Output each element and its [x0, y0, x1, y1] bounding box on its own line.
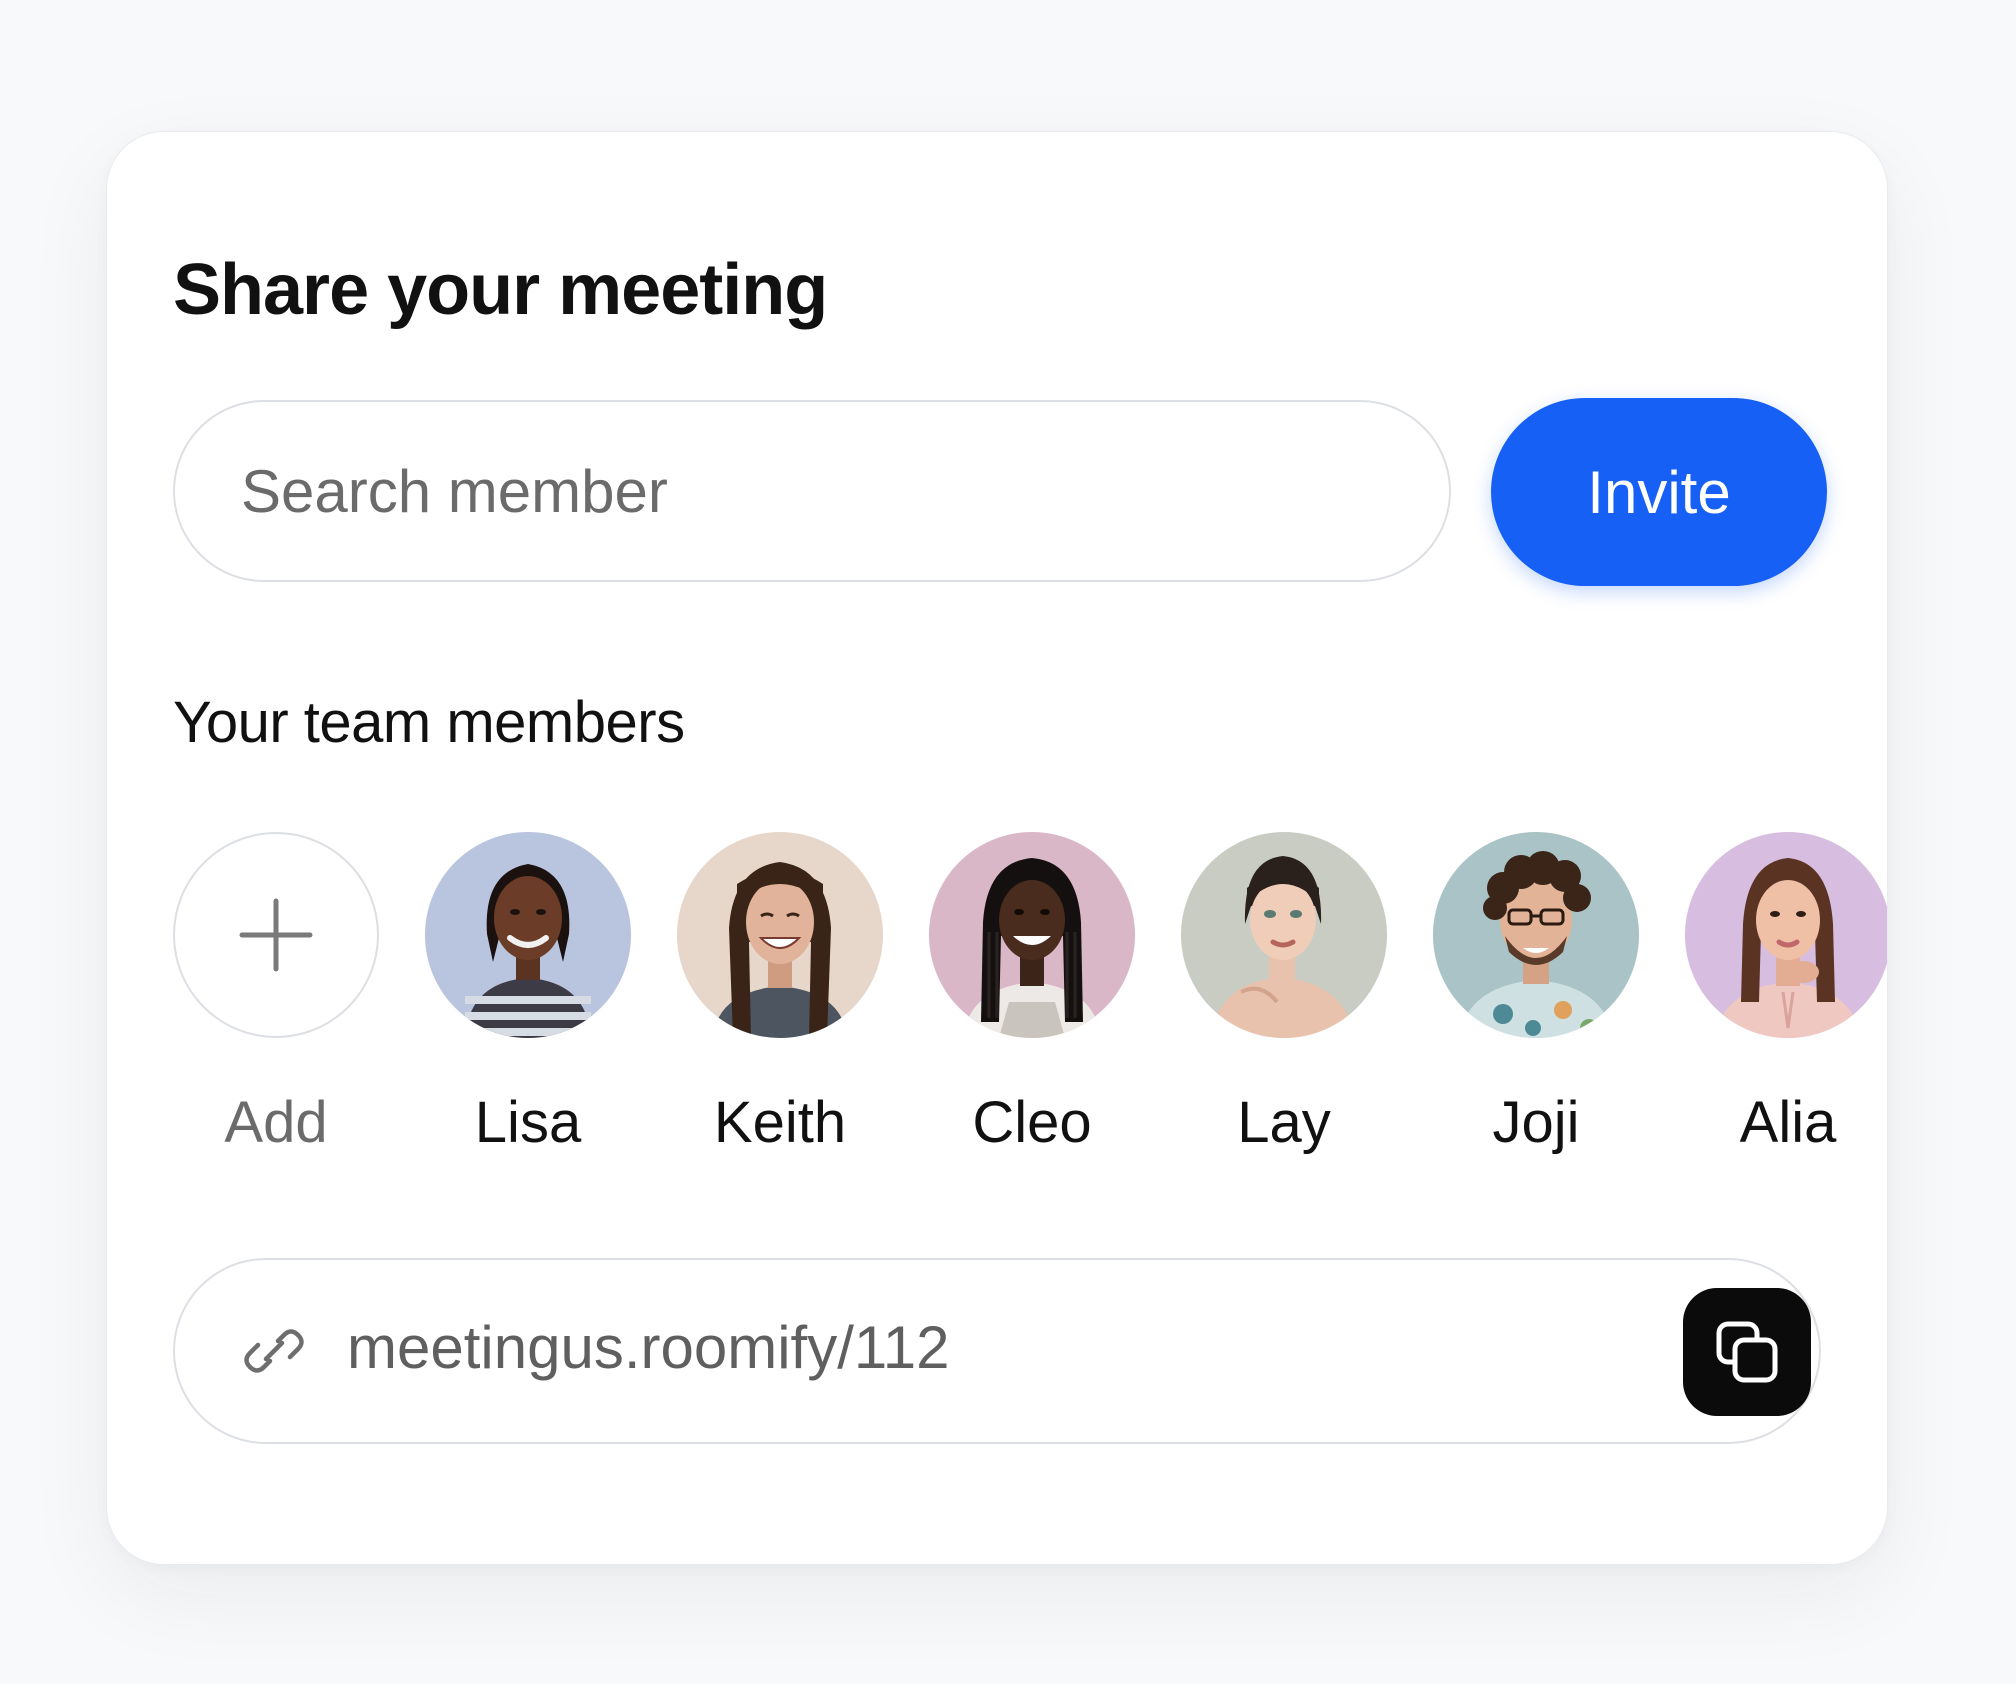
link-icon — [244, 1329, 304, 1373]
member-name: Joji — [1492, 1090, 1580, 1155]
add-label: Add — [224, 1090, 328, 1155]
avatar[interactable] — [1181, 832, 1387, 1038]
avatar[interactable] — [677, 832, 883, 1038]
avatar-photo — [1181, 832, 1387, 1038]
member-name: Alia — [1739, 1090, 1837, 1155]
search-field[interactable] — [173, 400, 1451, 582]
invite-button[interactable]: Invite — [1491, 398, 1827, 586]
plus-icon — [239, 898, 313, 972]
meeting-link-url[interactable]: meetingus.roomify/112 — [347, 1318, 950, 1378]
avatar[interactable] — [1433, 832, 1639, 1038]
member-cleo[interactable]: Cleo — [929, 832, 1135, 1152]
avatar-photo — [1433, 832, 1639, 1038]
avatar-photo — [425, 832, 631, 1038]
avatar-photo — [1685, 832, 1887, 1038]
card-title: Share your meeting — [173, 250, 828, 330]
member-name: Lay — [1237, 1090, 1331, 1155]
search-input[interactable] — [241, 402, 1391, 580]
team-members-list: Add Lisa Keith Cleo Lay Joji Alia — [173, 832, 1887, 1152]
avatar[interactable] — [929, 832, 1135, 1038]
member-lisa[interactable]: Lisa — [425, 832, 631, 1152]
share-meeting-card: Share your meeting Invite Your team memb… — [106, 131, 1888, 1565]
copy-link-button[interactable] — [1683, 1288, 1811, 1416]
member-joji[interactable]: Joji — [1433, 832, 1639, 1152]
avatar[interactable] — [425, 832, 631, 1038]
member-name: Lisa — [474, 1090, 582, 1155]
member-name: Cleo — [972, 1090, 1092, 1155]
avatar[interactable] — [1685, 832, 1887, 1038]
member-keith[interactable]: Keith — [677, 832, 883, 1152]
member-name: Keith — [713, 1090, 847, 1155]
add-circle[interactable] — [173, 832, 379, 1038]
member-alia[interactable]: Alia — [1685, 832, 1887, 1152]
copy-icon — [1716, 1321, 1778, 1383]
add-member-button[interactable]: Add — [173, 832, 379, 1152]
meeting-link-field[interactable]: meetingus.roomify/112 — [173, 1258, 1821, 1444]
avatar-photo — [929, 832, 1135, 1038]
avatar-photo — [677, 832, 883, 1038]
team-members-title: Your team members — [173, 690, 685, 755]
member-lay[interactable]: Lay — [1181, 832, 1387, 1152]
